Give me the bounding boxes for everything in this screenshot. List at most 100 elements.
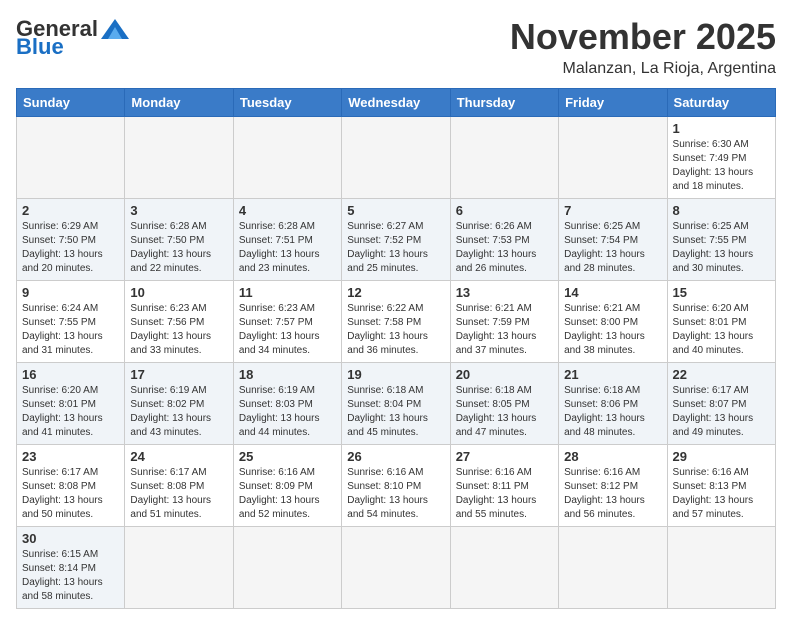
- calendar-cell: 5Sunrise: 6:27 AM Sunset: 7:52 PM Daylig…: [342, 199, 450, 281]
- calendar-week-row: 9 Sunrise: 6:24 AM Sunset: 7:55 PM Daylig…: [17, 281, 776, 363]
- day-number: 30: [22, 531, 119, 546]
- calendar-cell: 3 Sunrise: 6:28 AM Sunset: 7:50 PM Daylig…: [125, 199, 233, 281]
- calendar-cell: 2 Sunrise: 6:29 AM Sunset: 7:50 PM Daylig…: [17, 199, 125, 281]
- weekday-header-saturday: Saturday: [667, 89, 775, 117]
- day-number: 9: [22, 285, 119, 300]
- weekday-header-monday: Monday: [125, 89, 233, 117]
- day-number: 22: [673, 367, 770, 382]
- calendar-cell: [125, 527, 233, 609]
- calendar-cell: 9 Sunrise: 6:24 AM Sunset: 7:55 PM Daylig…: [17, 281, 125, 363]
- day-info: Sunrise: 6:16 AM Sunset: 8:13 PM Dayligh…: [673, 466, 770, 522]
- day-info: Sunrise: 6:17 AM Sunset: 8:08 PM Dayligh…: [22, 466, 119, 522]
- day-number: 2: [22, 203, 119, 218]
- calendar-cell: 12 Sunrise: 6:22 AM Sunset: 7:58 PM Dayli…: [342, 281, 450, 363]
- calendar-cell: 16 Sunrise: 6:20 AM Sunset: 8:01 PM Dayli…: [17, 363, 125, 445]
- day-info: Sunrise: 6:16 AM Sunset: 8:10 PM Dayligh…: [347, 466, 444, 522]
- title-section: November 2025 Malanzan, La Rioja, Argent…: [510, 16, 776, 78]
- day-info: Sunrise: 6:19 AM Sunset: 8:03 PM Dayligh…: [239, 384, 336, 440]
- calendar-week-row: 1Sunrise: 6:30 AM Sunset: 7:49 PM Daylig…: [17, 117, 776, 199]
- day-number: 21: [564, 367, 661, 382]
- day-number: 18: [239, 367, 336, 382]
- day-info: Sunrise: 6:16 AM Sunset: 8:09 PM Dayligh…: [239, 466, 336, 522]
- calendar-cell: 24Sunrise: 6:17 AM Sunset: 8:08 PM Dayli…: [125, 445, 233, 527]
- calendar-cell: 11Sunrise: 6:23 AM Sunset: 7:57 PM Dayli…: [233, 281, 341, 363]
- calendar-cell: [125, 117, 233, 199]
- day-info: Sunrise: 6:20 AM Sunset: 8:01 PM Dayligh…: [22, 384, 119, 440]
- calendar-cell: 20Sunrise: 6:18 AM Sunset: 8:05 PM Dayli…: [450, 363, 558, 445]
- calendar-cell: 27 Sunrise: 6:16 AM Sunset: 8:11 PM Dayli…: [450, 445, 558, 527]
- day-number: 7: [564, 203, 661, 218]
- day-info: Sunrise: 6:23 AM Sunset: 7:56 PM Dayligh…: [130, 302, 227, 358]
- day-info: Sunrise: 6:28 AM Sunset: 7:50 PM Dayligh…: [130, 220, 227, 276]
- day-info: Sunrise: 6:17 AM Sunset: 8:07 PM Dayligh…: [673, 384, 770, 440]
- day-info: Sunrise: 6:21 AM Sunset: 8:00 PM Dayligh…: [564, 302, 661, 358]
- calendar-cell: 4 Sunrise: 6:28 AM Sunset: 7:51 PM Daylig…: [233, 199, 341, 281]
- weekday-header-thursday: Thursday: [450, 89, 558, 117]
- calendar-cell: [559, 527, 667, 609]
- calendar-cell: [559, 117, 667, 199]
- calendar-cell: 1Sunrise: 6:30 AM Sunset: 7:49 PM Daylig…: [667, 117, 775, 199]
- calendar-cell: 19 Sunrise: 6:18 AM Sunset: 8:04 PM Dayli…: [342, 363, 450, 445]
- weekday-header-wednesday: Wednesday: [342, 89, 450, 117]
- day-info: Sunrise: 6:16 AM Sunset: 8:12 PM Dayligh…: [564, 466, 661, 522]
- day-info: Sunrise: 6:16 AM Sunset: 8:11 PM Dayligh…: [456, 466, 553, 522]
- calendar-cell: 26Sunrise: 6:16 AM Sunset: 8:10 PM Dayli…: [342, 445, 450, 527]
- calendar-cell: [342, 117, 450, 199]
- calendar-cell: 7 Sunrise: 6:25 AM Sunset: 7:54 PM Daylig…: [559, 199, 667, 281]
- calendar-cell: 17Sunrise: 6:19 AM Sunset: 8:02 PM Dayli…: [125, 363, 233, 445]
- day-info: Sunrise: 6:15 AM Sunset: 8:14 PM Dayligh…: [22, 548, 119, 604]
- day-info: Sunrise: 6:22 AM Sunset: 7:58 PM Dayligh…: [347, 302, 444, 358]
- calendar-week-row: 2 Sunrise: 6:29 AM Sunset: 7:50 PM Daylig…: [17, 199, 776, 281]
- calendar-cell: 30 Sunrise: 6:15 AM Sunset: 8:14 PM Dayli…: [17, 527, 125, 609]
- day-info: Sunrise: 6:28 AM Sunset: 7:51 PM Dayligh…: [239, 220, 336, 276]
- calendar-cell: 18 Sunrise: 6:19 AM Sunset: 8:03 PM Dayli…: [233, 363, 341, 445]
- day-number: 14: [564, 285, 661, 300]
- calendar-cell: 21 Sunrise: 6:18 AM Sunset: 8:06 PM Dayli…: [559, 363, 667, 445]
- calendar-cell: [667, 527, 775, 609]
- calendar-cell: 15Sunrise: 6:20 AM Sunset: 8:01 PM Dayli…: [667, 281, 775, 363]
- calendar-week-row: 23Sunrise: 6:17 AM Sunset: 8:08 PM Dayli…: [17, 445, 776, 527]
- calendar-cell: [233, 117, 341, 199]
- calendar-cell: 22 Sunrise: 6:17 AM Sunset: 8:07 PM Dayli…: [667, 363, 775, 445]
- weekday-header-row: SundayMondayTuesdayWednesdayThursdayFrid…: [17, 89, 776, 117]
- day-number: 8: [673, 203, 770, 218]
- day-number: 25: [239, 449, 336, 464]
- calendar-cell: 28Sunrise: 6:16 AM Sunset: 8:12 PM Dayli…: [559, 445, 667, 527]
- day-info: Sunrise: 6:27 AM Sunset: 7:52 PM Dayligh…: [347, 220, 444, 276]
- day-info: Sunrise: 6:18 AM Sunset: 8:06 PM Dayligh…: [564, 384, 661, 440]
- day-info: Sunrise: 6:20 AM Sunset: 8:01 PM Dayligh…: [673, 302, 770, 358]
- day-info: Sunrise: 6:26 AM Sunset: 7:53 PM Dayligh…: [456, 220, 553, 276]
- day-number: 4: [239, 203, 336, 218]
- day-info: Sunrise: 6:18 AM Sunset: 8:04 PM Dayligh…: [347, 384, 444, 440]
- day-number: 1: [673, 121, 770, 136]
- day-number: 16: [22, 367, 119, 382]
- day-number: 12: [347, 285, 444, 300]
- day-number: 3: [130, 203, 227, 218]
- day-number: 27: [456, 449, 553, 464]
- day-number: 10: [130, 285, 227, 300]
- location-title: Malanzan, La Rioja, Argentina: [510, 60, 776, 78]
- day-info: Sunrise: 6:25 AM Sunset: 7:54 PM Dayligh…: [564, 220, 661, 276]
- calendar-cell: [450, 527, 558, 609]
- calendar-cell: 23Sunrise: 6:17 AM Sunset: 8:08 PM Dayli…: [17, 445, 125, 527]
- calendar-cell: 8Sunrise: 6:25 AM Sunset: 7:55 PM Daylig…: [667, 199, 775, 281]
- calendar-cell: 13Sunrise: 6:21 AM Sunset: 7:59 PM Dayli…: [450, 281, 558, 363]
- calendar-cell: [17, 117, 125, 199]
- calendar-week-row: 16 Sunrise: 6:20 AM Sunset: 8:01 PM Dayli…: [17, 363, 776, 445]
- day-number: 13: [456, 285, 553, 300]
- calendar-cell: 25 Sunrise: 6:16 AM Sunset: 8:09 PM Dayli…: [233, 445, 341, 527]
- day-info: Sunrise: 6:23 AM Sunset: 7:57 PM Dayligh…: [239, 302, 336, 358]
- calendar-cell: 14 Sunrise: 6:21 AM Sunset: 8:00 PM Dayli…: [559, 281, 667, 363]
- day-info: Sunrise: 6:24 AM Sunset: 7:55 PM Dayligh…: [22, 302, 119, 358]
- weekday-header-sunday: Sunday: [17, 89, 125, 117]
- day-number: 6: [456, 203, 553, 218]
- logo: General Blue: [16, 16, 129, 60]
- day-number: 19: [347, 367, 444, 382]
- calendar-cell: [342, 527, 450, 609]
- weekday-header-friday: Friday: [559, 89, 667, 117]
- month-title: November 2025: [510, 16, 776, 58]
- day-number: 24: [130, 449, 227, 464]
- day-info: Sunrise: 6:29 AM Sunset: 7:50 PM Dayligh…: [22, 220, 119, 276]
- calendar-cell: 6 Sunrise: 6:26 AM Sunset: 7:53 PM Daylig…: [450, 199, 558, 281]
- calendar-cell: 10 Sunrise: 6:23 AM Sunset: 7:56 PM Dayli…: [125, 281, 233, 363]
